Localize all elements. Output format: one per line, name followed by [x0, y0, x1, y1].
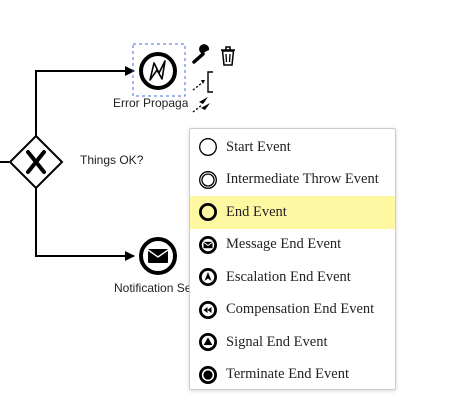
- envelope-icon: [148, 249, 168, 263]
- menu-item-end-event[interactable]: End Event: [190, 196, 395, 229]
- intermediate-throw-event-icon: [199, 170, 217, 189]
- sequence-flow-to-notification[interactable]: [35, 188, 135, 261]
- menu-item-label: Message End Event: [226, 236, 342, 253]
- start-event-icon: [199, 138, 217, 157]
- menu-item-terminate-end-event[interactable]: Terminate End Event: [190, 359, 395, 392]
- menu-item-start-event[interactable]: Start Event: [190, 131, 395, 164]
- menu-item-label: Intermediate Throw Event: [226, 171, 379, 188]
- menu-item-label: Compensation End Event: [226, 301, 375, 318]
- signal-end-event-icon: [199, 333, 217, 352]
- replace-popup-menu: Start Event Intermediate Throw Event End…: [189, 128, 396, 390]
- wrench-icon[interactable]: [190, 44, 214, 68]
- menu-item-escalation-end-event[interactable]: Escalation End Event: [190, 261, 395, 294]
- trash-icon[interactable]: [216, 44, 240, 68]
- end-event-icon: [199, 203, 217, 222]
- compensation-end-event-icon: [199, 300, 217, 319]
- message-end-event[interactable]: [139, 237, 177, 275]
- message-end-event-icon: [199, 235, 217, 254]
- menu-item-signal-end-event[interactable]: Signal End Event: [190, 326, 395, 359]
- exclusive-gateway[interactable]: [8, 134, 64, 190]
- menu-item-label: Start Event: [226, 138, 291, 155]
- menu-item-label: Escalation End Event: [226, 268, 351, 285]
- text-annotation-icon[interactable]: [200, 70, 214, 94]
- append-more-icon[interactable]: [190, 94, 214, 118]
- menu-item-label: End Event: [226, 203, 287, 220]
- menu-item-label: Terminate End Event: [226, 366, 349, 383]
- terminate-end-event-icon: [199, 365, 217, 384]
- notification-event-label: Notification Sent: [114, 281, 191, 295]
- menu-item-message-end-event[interactable]: Message End Event: [190, 229, 395, 262]
- error-event-label: Error Propagation: [113, 96, 188, 110]
- menu-item-label: Signal End Event: [226, 333, 328, 350]
- gateway-label: Things OK?: [80, 153, 144, 167]
- error-end-event[interactable]: [139, 52, 177, 90]
- escalation-end-event-icon: [199, 268, 217, 287]
- menu-item-compensation-end-event[interactable]: Compensation End Event: [190, 294, 395, 327]
- menu-item-intermediate-throw-event[interactable]: Intermediate Throw Event: [190, 164, 395, 197]
